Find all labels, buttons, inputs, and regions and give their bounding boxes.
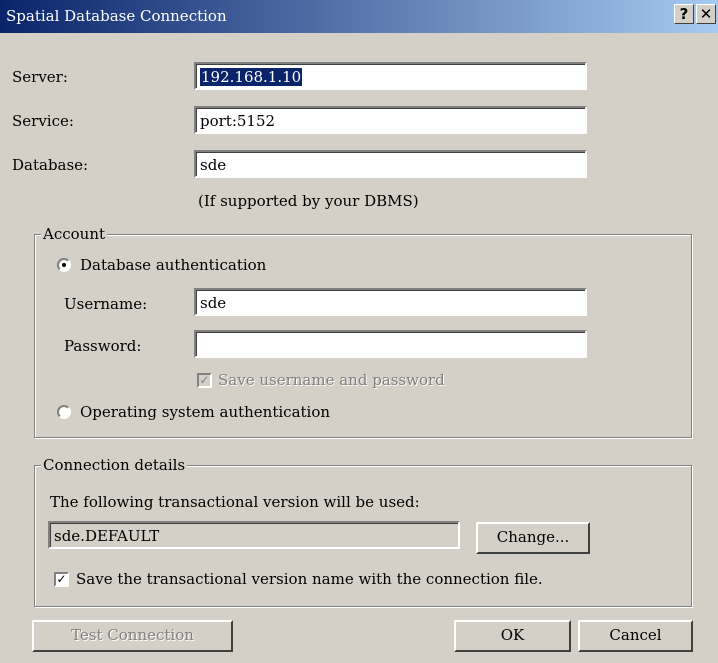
service-input[interactable]: port:5152 [194, 106, 587, 134]
cancel-button[interactable]: Cancel [578, 620, 693, 652]
spatial-database-connection-dialog: Spatial Database Connection ? ✕ Server: … [0, 0, 718, 663]
save-credentials-label: Save username and password [218, 371, 445, 389]
server-input[interactable]: 192.168.1.10 [194, 62, 587, 90]
password-input[interactable] [194, 330, 587, 358]
save-credentials-checkbox[interactable]: ✓ [197, 373, 212, 388]
close-button[interactable]: ✕ [696, 4, 716, 24]
server-label: Server: [12, 68, 68, 86]
help-button[interactable]: ? [674, 4, 694, 24]
username-input[interactable]: sde [194, 288, 587, 316]
ok-button[interactable]: OK [454, 620, 571, 652]
transactional-version-field: sde.DEFAULT [48, 521, 460, 549]
database-authentication-radio[interactable] [57, 258, 71, 272]
username-label: Username: [64, 295, 148, 313]
window-title: Spatial Database Connection [6, 7, 227, 25]
save-version-label[interactable]: Save the transactional version name with… [76, 570, 543, 588]
os-authentication-label[interactable]: Operating system authentication [80, 403, 330, 421]
title-bar[interactable]: Spatial Database Connection ? ✕ [0, 0, 718, 33]
save-version-checkbox[interactable]: ✓ [54, 572, 69, 587]
database-authentication-label[interactable]: Database authentication [80, 256, 266, 274]
change-version-button[interactable]: Change... [476, 522, 590, 554]
os-authentication-radio[interactable] [57, 405, 71, 419]
service-label: Service: [12, 112, 74, 130]
database-hint: (If supported by your DBMS) [198, 192, 419, 210]
test-connection-button[interactable]: Test Connection [32, 620, 233, 652]
password-label: Password: [64, 337, 142, 355]
version-description: The following transactional version will… [50, 493, 420, 511]
database-input[interactable]: sde [194, 150, 587, 178]
radio-selected-dot [62, 263, 66, 267]
server-value: 192.168.1.10 [200, 68, 303, 86]
database-label: Database: [12, 156, 89, 174]
account-legend: Account [41, 225, 108, 243]
connection-details-legend: Connection details [41, 456, 188, 474]
